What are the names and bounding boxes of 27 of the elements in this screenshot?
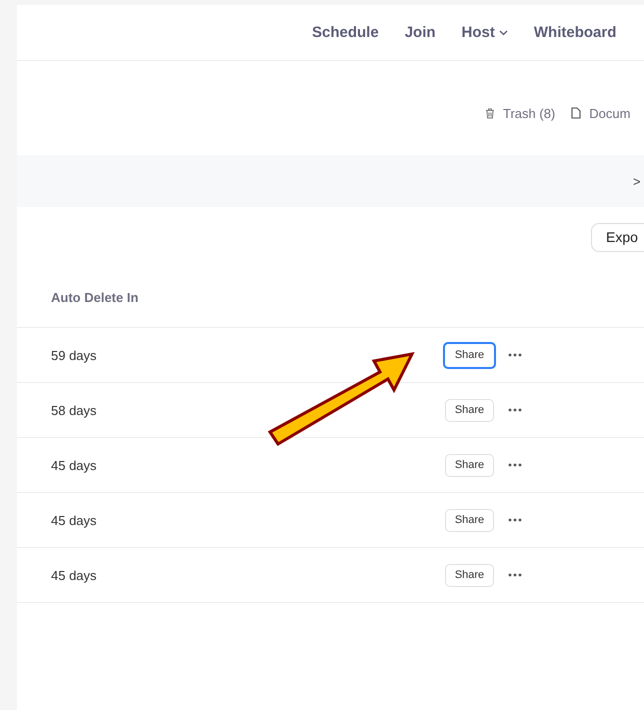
table-cell-text: 45 days [51, 568, 98, 582]
table-cell-text: 58 days [51, 402, 98, 418]
nav-link[interactable]: Host [462, 24, 508, 41]
share-button[interactable]: Share [443, 342, 496, 368]
toolbar-link[interactable]: Trash (8) [485, 106, 556, 120]
column-header: Auto Delete In [51, 290, 138, 304]
more-options-icon[interactable] [508, 408, 522, 412]
trash-icon [485, 108, 495, 118]
table-cell-text: 59 days [51, 348, 98, 362]
chevron-down-icon [498, 30, 508, 36]
export-button[interactable]: Expo [591, 222, 644, 252]
nav-link[interactable]: Whiteboard [534, 24, 616, 41]
more-options-icon[interactable] [508, 573, 522, 577]
more-options-icon[interactable] [508, 353, 522, 357]
expand-arrow[interactable]: > [633, 174, 641, 188]
table-cell-text: 45 days [51, 458, 98, 472]
nav-link[interactable]: Join [404, 24, 436, 41]
share-button[interactable]: Share [445, 508, 494, 532]
more-options-icon[interactable] [508, 463, 522, 467]
share-button[interactable]: Share [445, 398, 494, 422]
nav-link[interactable]: Schedule [312, 24, 379, 41]
more-options-icon[interactable] [508, 518, 522, 522]
share-button[interactable]: Share [445, 564, 494, 586]
table-cell-text: 45 days [51, 512, 98, 528]
document-icon [571, 107, 582, 119]
toolbar-link[interactable]: Docum [571, 106, 630, 120]
share-button[interactable]: Share [445, 454, 494, 476]
